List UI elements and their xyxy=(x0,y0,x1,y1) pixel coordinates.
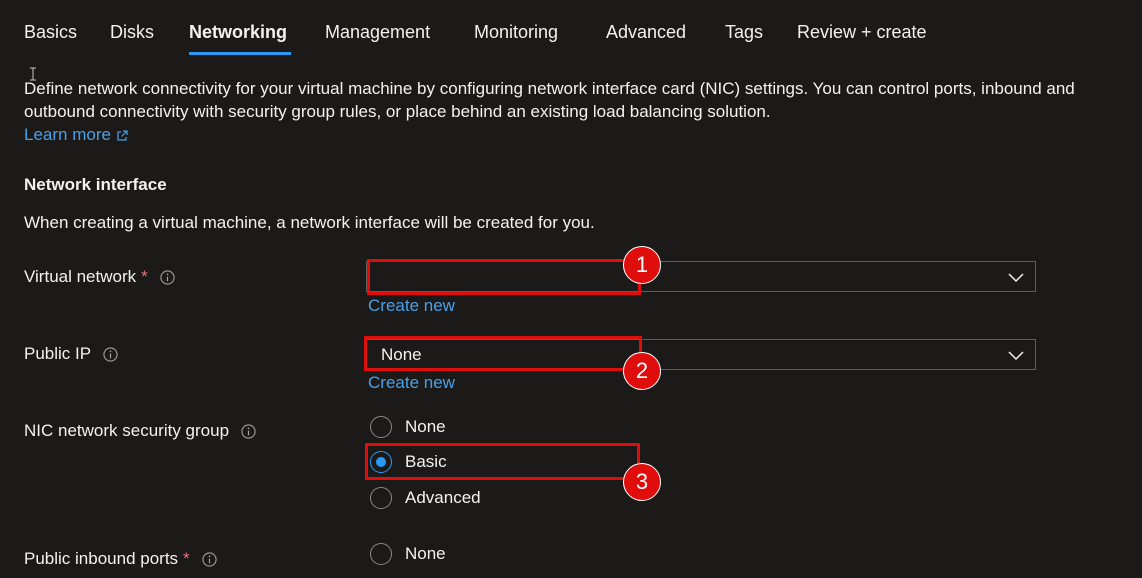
virtual-network-label: Virtual network * xyxy=(24,267,175,287)
create-new-virtual-network-link[interactable]: Create new xyxy=(368,296,455,316)
nsg-option-advanced[interactable]: Advanced xyxy=(370,487,481,509)
annotation-badge-1: 1 xyxy=(623,246,661,284)
annotation-box-3 xyxy=(365,443,640,480)
nsg-option-none[interactable]: None xyxy=(370,416,446,438)
learn-more-link[interactable]: Learn more xyxy=(24,125,128,144)
tab-review-create[interactable]: Review + create xyxy=(797,22,927,43)
public-inbound-ports-label: Public inbound ports * xyxy=(24,549,217,569)
radio-label: None xyxy=(405,544,446,563)
network-interface-subtitle: When creating a virtual machine, a netwo… xyxy=(24,213,595,232)
required-asterisk: * xyxy=(183,549,190,568)
required-asterisk: * xyxy=(141,267,148,286)
radio-button[interactable] xyxy=(370,416,392,438)
active-tab-indicator xyxy=(189,52,291,55)
chevron-down-icon xyxy=(1008,351,1024,361)
tab-advanced[interactable]: Advanced xyxy=(606,22,686,43)
radio-button[interactable] xyxy=(370,487,392,509)
info-icon[interactable] xyxy=(160,269,175,285)
radio-label: None xyxy=(405,417,446,436)
nic-nsg-label: NIC network security group xyxy=(24,421,256,441)
info-icon[interactable] xyxy=(241,423,256,439)
tab-basics[interactable]: Basics xyxy=(24,22,77,43)
create-new-public-ip-link[interactable]: Create new xyxy=(368,373,455,393)
annotation-box-2 xyxy=(364,336,642,371)
info-icon[interactable] xyxy=(202,551,217,567)
section-title-network-interface: Network interface xyxy=(24,175,167,194)
public-ip-label: Public IP xyxy=(24,344,118,364)
annotation-box-1 xyxy=(367,259,641,295)
description-text: Define network connectivity for your vir… xyxy=(24,79,1075,121)
networking-description: Define network connectivity for your vir… xyxy=(24,77,1084,146)
inbound-ports-option-none[interactable]: None xyxy=(370,543,446,565)
info-icon[interactable] xyxy=(103,346,118,362)
tab-networking[interactable]: Networking xyxy=(189,22,287,43)
radio-label: Advanced xyxy=(405,488,481,507)
tab-tags[interactable]: Tags xyxy=(725,22,763,43)
annotation-badge-2: 2 xyxy=(623,352,661,390)
tab-management[interactable]: Management xyxy=(325,22,430,43)
chevron-down-icon xyxy=(1008,273,1024,283)
external-link-icon xyxy=(117,129,128,141)
radio-button[interactable] xyxy=(370,543,392,565)
annotation-badge-3: 3 xyxy=(623,463,661,501)
tab-disks[interactable]: Disks xyxy=(110,22,154,43)
tab-monitoring[interactable]: Monitoring xyxy=(474,22,558,43)
